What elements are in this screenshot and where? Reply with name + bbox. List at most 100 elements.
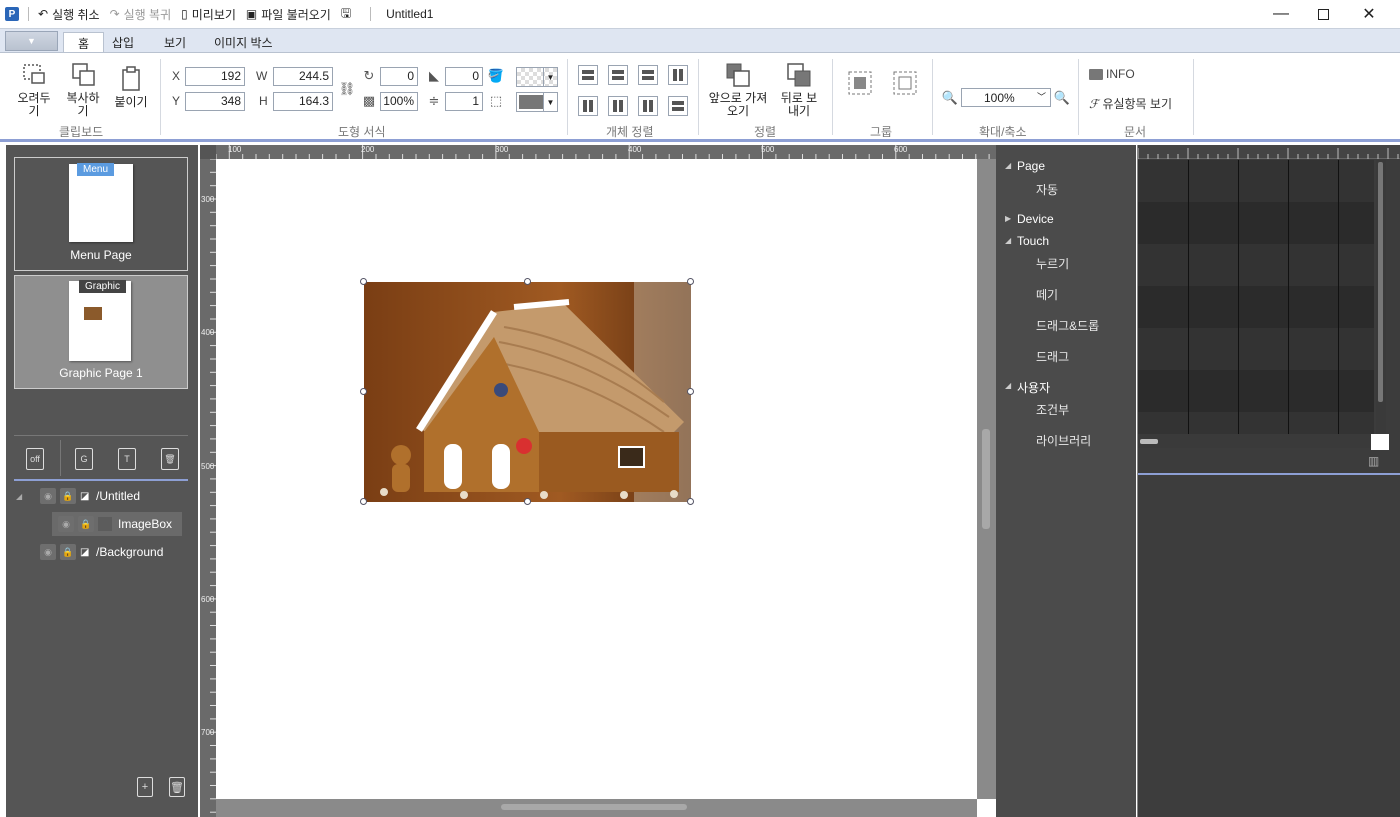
delete-page-icon[interactable]: 🗑 [169,777,185,797]
scrollbar-thumb[interactable] [501,804,687,810]
preview-button[interactable]: ▯ 미리보기 [181,6,236,23]
add-page-icon[interactable]: + [137,777,153,797]
ungroup-icon[interactable] [892,70,918,96]
event-condition[interactable]: 조건부 [1036,401,1069,418]
x-input[interactable]: 192 [185,67,245,86]
align-right-button[interactable] [638,65,658,85]
layer-row-selected[interactable]: ◉ 🔒 ImageBox [52,512,182,536]
align-center-button[interactable] [608,65,628,85]
eye-icon[interactable]: ◉ [40,544,56,560]
expand-arrow-icon[interactable]: ▶ [1005,214,1011,223]
link-ratio-icon[interactable]: ⛓ [338,80,356,98]
copy-button[interactable]: 복사하기 [62,61,104,118]
line-width-input[interactable]: 1 [445,92,483,111]
lock-icon[interactable]: 🔒 [60,544,76,560]
paste-button[interactable]: 붙이기 [111,65,151,109]
zoom-out-icon[interactable]: 🔍 [941,89,959,107]
add-graphic-layer-icon[interactable]: G [75,448,93,470]
horizontal-scrollbar[interactable] [216,799,977,817]
scrollbar-thumb[interactable] [1378,162,1383,402]
layer-name: ImageBox [118,517,173,531]
line-color-swatch[interactable]: ▼ [516,92,558,112]
event-category-touch[interactable]: Touch [1017,234,1049,248]
resize-handle[interactable] [687,278,694,285]
event-category-device[interactable]: Device [1017,212,1054,226]
valid-items-button[interactable]: ℱ 유실항목 보기 [1089,95,1172,112]
send-back-button[interactable]: 뒤로 보내기 [772,61,826,118]
opacity-input[interactable]: 100% [380,92,418,111]
page-thumb-graphic[interactable]: Graphic Graphic Page 1 [14,275,188,389]
event-drag-drop[interactable]: 드래그&드롭 [1036,317,1099,334]
rotation-input[interactable]: 0 [380,67,418,86]
collapse-arrow-icon[interactable]: ◢ [1005,381,1011,390]
fill-color-swatch[interactable]: ▼ [516,67,558,87]
zoom-select[interactable]: 100% ﹀ [961,88,1051,107]
border-icon[interactable]: ⬚ [487,92,505,110]
resize-handle[interactable] [360,498,367,505]
resize-handle[interactable] [360,388,367,395]
design-page[interactable] [216,159,977,799]
timeline-hscroll[interactable] [1138,434,1374,448]
opacity-icon: ▩ [362,93,376,108]
scrollbar-thumb[interactable] [982,429,990,529]
event-release[interactable]: 떼기 [1036,286,1058,303]
collapse-arrow-icon[interactable]: ◢ [1005,161,1011,170]
collapse-arrow-icon[interactable]: ◢ [16,492,28,501]
close-button[interactable]: ✕ [1346,0,1392,28]
corner-radius-input[interactable]: 0 [445,67,483,86]
layer-row[interactable]: ◢ ◉ 🔒 ◪ /Untitled [14,484,188,508]
add-text-layer-icon[interactable]: T [118,448,136,470]
align-left-button[interactable] [578,65,598,85]
height-input[interactable]: 164.3 [273,92,333,111]
event-category-page[interactable]: Page [1017,159,1045,173]
eye-icon[interactable]: ◉ [58,516,74,532]
fill-bucket-icon[interactable]: 🪣 [487,67,505,85]
event-drag[interactable]: 드래그 [1036,348,1069,365]
file-menu-button[interactable]: ▼ [5,31,58,51]
align-middle-button[interactable] [608,96,628,116]
eye-icon[interactable]: ◉ [40,488,56,504]
layer-row[interactable]: ◉ 🔒 ◪ /Background [14,540,188,564]
distribute-horizontal-button[interactable] [668,65,688,85]
resize-handle[interactable] [687,498,694,505]
undo-button[interactable]: ↶ 실행 취소 [38,6,100,23]
lock-icon[interactable]: 🔒 [78,516,94,532]
scrollbar-thumb[interactable] [1140,439,1158,444]
resize-handle[interactable] [524,278,531,285]
timeline-settings-icon[interactable]: ▥ [1368,454,1388,470]
tab-view[interactable]: 보기 [150,32,200,53]
event-library[interactable]: 라이브러리 [1036,432,1091,449]
cut-button[interactable]: 오려두기 [14,61,54,118]
minimize-button[interactable]: — [1258,0,1304,28]
tab-image-box[interactable]: 이미지 박스 [200,32,287,53]
tab-insert[interactable]: 삽입 [98,32,148,53]
group-icon[interactable] [847,70,873,96]
event-press[interactable]: 누르기 [1036,255,1069,272]
distribute-vertical-button[interactable] [668,96,688,116]
width-input[interactable]: 244.5 [273,67,333,86]
maximize-button[interactable] [1300,0,1346,28]
redo-button[interactable]: ↷ 실행 복귀 [110,6,172,23]
zoom-in-icon[interactable]: 🔍 [1053,89,1071,107]
vertical-scrollbar[interactable] [977,159,996,799]
collapse-arrow-icon[interactable]: ◢ [1005,236,1011,245]
delete-layer-icon[interactable]: 🗑 [161,448,179,470]
add-off-layer-icon[interactable]: off [26,448,44,470]
align-bottom-button[interactable] [638,96,658,116]
page-thumb-menu[interactable]: Menu Menu Page [14,157,188,271]
resize-handle[interactable] [360,278,367,285]
save-button[interactable]: 🖫 [341,4,351,25]
bring-front-button[interactable]: 앞으로 가져오기 [708,61,768,118]
info-button[interactable]: INFO [1089,67,1135,81]
y-input[interactable]: 348 [185,92,245,111]
image-box[interactable] [360,278,694,505]
resize-handle[interactable] [524,498,531,505]
align-top-button[interactable] [578,96,598,116]
open-file-button[interactable]: ▣ 파일 불러오기 [246,6,331,23]
corner-radius-icon: ◣ [429,68,439,83]
timeline-vscroll[interactable] [1376,160,1386,434]
resize-handle[interactable] [687,388,694,395]
lock-icon[interactable]: 🔒 [60,488,76,504]
event-auto[interactable]: 자동 [1036,181,1058,198]
event-category-user[interactable]: 사용자 [1017,379,1050,396]
